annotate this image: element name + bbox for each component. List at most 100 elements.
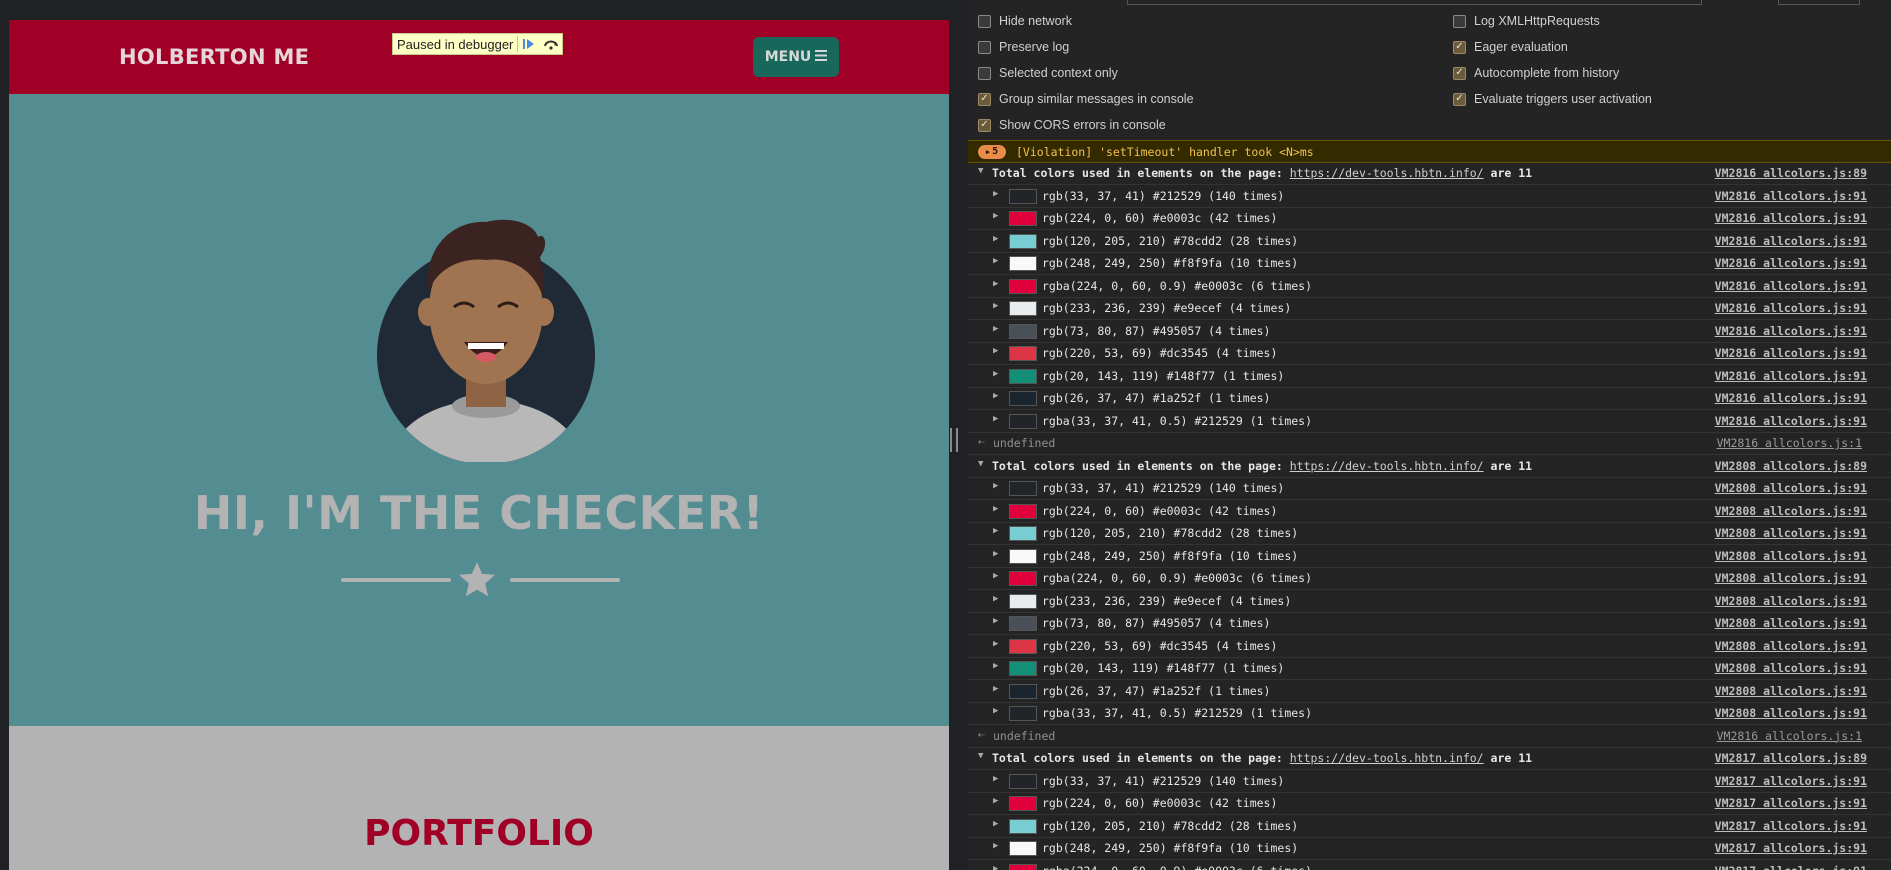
expand-right-icon[interactable]: ▶: [993, 819, 998, 829]
expand-right-icon[interactable]: ▶: [993, 571, 998, 581]
color-entry-row[interactable]: ▶ rgb(73, 80, 87) #495057 (4 times) VM2808…: [968, 612, 1891, 635]
color-entry-row[interactable]: ▶ rgb(248, 249, 250) #f8f9fa (10 times) VM…: [968, 837, 1891, 860]
source-link[interactable]: VM2808 allcolors.js:91: [1715, 616, 1867, 630]
source-link[interactable]: VM2816 allcolors.js:1: [1717, 436, 1862, 450]
expand-right-icon[interactable]: ▶: [993, 774, 998, 784]
color-entry-row[interactable]: ▶ rgb(33, 37, 41) #212529 (140 times) VM28…: [968, 770, 1891, 793]
setting-left-0[interactable]: Hide network: [978, 14, 1072, 28]
checkbox-checked[interactable]: ✓: [1453, 40, 1466, 54]
color-group-header[interactable]: ▼ Total colors used in elements on the pa…: [968, 162, 1891, 185]
color-entry-row[interactable]: ▶ rgba(224, 0, 60, 0.9) #e0003c (6 times)…: [968, 860, 1891, 870]
expand-right-icon[interactable]: ▶: [993, 639, 998, 649]
expand-down-icon[interactable]: ▼: [978, 459, 983, 469]
color-group-header[interactable]: ▼ Total colors used in elements on the pa…: [968, 747, 1891, 770]
color-entry-row[interactable]: ▶ rgba(224, 0, 60, 0.9) #e0003c (6 times)…: [968, 275, 1891, 298]
setting-left-4[interactable]: ✓ Show CORS errors in console: [978, 118, 1166, 132]
menu-button[interactable]: MENU: [753, 37, 839, 77]
color-group-header[interactable]: ▼ Total colors used in elements on the pa…: [968, 455, 1891, 478]
page-url-link[interactable]: https://dev-tools.hbtn.info/: [1290, 166, 1484, 180]
levels-dropdown[interactable]: [1778, 0, 1860, 5]
color-entry-row[interactable]: ▶ rgb(233, 236, 239) #e9ecef (4 times) VM2…: [968, 590, 1891, 613]
source-link[interactable]: VM2808 allcolors.js:91: [1715, 504, 1867, 518]
color-entry-row[interactable]: ▶ rgba(33, 37, 41, 0.5) #212529 (1 times)…: [968, 702, 1891, 725]
checkbox[interactable]: [978, 40, 991, 54]
source-link[interactable]: VM2808 allcolors.js:91: [1715, 549, 1867, 563]
expand-right-icon[interactable]: ▶: [993, 256, 998, 266]
expand-right-icon[interactable]: ▶: [993, 211, 998, 221]
checkbox[interactable]: [978, 66, 991, 80]
expand-right-icon[interactable]: ▶: [993, 391, 998, 401]
source-link[interactable]: VM2808 allcolors.js:91: [1715, 661, 1867, 675]
expand-right-icon[interactable]: ▶: [993, 706, 998, 716]
filter-input[interactable]: [1127, 0, 1702, 5]
color-entry-row[interactable]: ▶ rgb(20, 143, 119) #148f77 (1 times) VM28…: [968, 365, 1891, 388]
setting-right-1[interactable]: ✓ Eager evaluation: [1453, 40, 1568, 54]
source-link[interactable]: VM2816 allcolors.js:91: [1715, 189, 1867, 203]
color-entry-row[interactable]: ▶ rgb(220, 53, 69) #dc3545 (4 times) VM280…: [968, 635, 1891, 658]
source-link[interactable]: VM2808 allcolors.js:91: [1715, 481, 1867, 495]
source-link[interactable]: VM2817 allcolors.js:91: [1715, 819, 1867, 833]
source-link[interactable]: VM2808 allcolors.js:91: [1715, 706, 1867, 720]
expand-right-icon[interactable]: ▶: [993, 661, 998, 671]
checkbox-checked[interactable]: ✓: [978, 118, 991, 132]
expand-right-icon[interactable]: ▶: [993, 346, 998, 356]
page-url-link[interactable]: https://dev-tools.hbtn.info/: [1290, 751, 1484, 765]
expand-right-icon[interactable]: ▶: [993, 841, 998, 851]
expand-right-icon[interactable]: ▶: [993, 414, 998, 424]
expand-right-icon[interactable]: ▶: [993, 684, 998, 694]
source-link[interactable]: VM2816 allcolors.js:91: [1715, 369, 1867, 383]
expand-right-icon[interactable]: ▶: [993, 481, 998, 491]
source-link[interactable]: VM2816 allcolors.js:91: [1715, 414, 1867, 428]
color-entry-row[interactable]: ▶ rgb(224, 0, 60) #e0003c (42 times) VM280…: [968, 500, 1891, 523]
checkbox-checked[interactable]: ✓: [1453, 92, 1466, 106]
expand-right-icon[interactable]: ▶: [993, 864, 998, 870]
color-entry-row[interactable]: ▶ rgba(33, 37, 41, 0.5) #212529 (1 times)…: [968, 410, 1891, 433]
source-link[interactable]: VM2816 allcolors.js:91: [1715, 234, 1867, 248]
checkbox[interactable]: [978, 14, 991, 28]
color-entry-row[interactable]: ▶ rgb(33, 37, 41) #212529 (140 times) VM28…: [968, 185, 1891, 208]
source-link[interactable]: VM2817 allcolors.js:91: [1715, 774, 1867, 788]
color-entry-row[interactable]: ▶ rgba(224, 0, 60, 0.9) #e0003c (6 times)…: [968, 567, 1891, 590]
source-link[interactable]: VM2816 allcolors.js:1: [1717, 729, 1862, 743]
color-entry-row[interactable]: ▶ rgb(224, 0, 60) #e0003c (42 times) VM281…: [968, 792, 1891, 815]
color-entry-row[interactable]: ▶ rgb(73, 80, 87) #495057 (4 times) VM2816…: [968, 320, 1891, 343]
source-link[interactable]: VM2808 allcolors.js:91: [1715, 571, 1867, 585]
source-link[interactable]: VM2808 allcolors.js:91: [1715, 639, 1867, 653]
color-entry-row[interactable]: ▶ rgb(26, 37, 47) #1a252f (1 times) VM2816…: [968, 387, 1891, 410]
source-link[interactable]: VM2817 allcolors.js:89: [1715, 751, 1867, 765]
source-link[interactable]: VM2816 allcolors.js:91: [1715, 279, 1867, 293]
source-link[interactable]: VM2817 allcolors.js:91: [1715, 864, 1867, 870]
setting-left-2[interactable]: Selected context only: [978, 66, 1118, 80]
source-link[interactable]: VM2808 allcolors.js:91: [1715, 594, 1867, 608]
expand-right-icon[interactable]: ▶: [993, 324, 998, 334]
source-link[interactable]: VM2816 allcolors.js:91: [1715, 301, 1867, 315]
checkbox-checked[interactable]: ✓: [1453, 66, 1466, 80]
expand-right-icon[interactable]: ▶: [993, 616, 998, 626]
color-entry-row[interactable]: ▶ rgb(220, 53, 69) #dc3545 (4 times) VM281…: [968, 342, 1891, 365]
expand-right-icon[interactable]: ▶: [993, 279, 998, 289]
setting-left-1[interactable]: Preserve log: [978, 40, 1069, 54]
expand-down-icon[interactable]: ▼: [978, 751, 983, 761]
expand-right-icon[interactable]: ▶: [993, 504, 998, 514]
color-entry-row[interactable]: ▶ rgb(233, 236, 239) #e9ecef (4 times) VM2…: [968, 297, 1891, 320]
source-link[interactable]: VM2816 allcolors.js:91: [1715, 256, 1867, 270]
split-resize-handle[interactable]: [950, 428, 958, 452]
color-entry-row[interactable]: ▶ rgb(248, 249, 250) #f8f9fa (10 times) VM…: [968, 545, 1891, 568]
source-link[interactable]: VM2816 allcolors.js:91: [1715, 346, 1867, 360]
page-url-link[interactable]: https://dev-tools.hbtn.info/: [1290, 459, 1484, 473]
source-link[interactable]: VM2816 allcolors.js:91: [1715, 324, 1867, 338]
color-entry-row[interactable]: ▶ rgb(33, 37, 41) #212529 (140 times) VM28…: [968, 477, 1891, 500]
setting-left-3[interactable]: ✓ Group similar messages in console: [978, 92, 1194, 106]
setting-right-2[interactable]: ✓ Autocomplete from history: [1453, 66, 1619, 80]
checkbox[interactable]: [1453, 14, 1466, 28]
expand-right-icon[interactable]: ▶: [993, 189, 998, 199]
brand-logo[interactable]: HOLBERTON ME: [119, 45, 309, 69]
resume-icon[interactable]: [518, 35, 540, 53]
color-entry-row[interactable]: ▶ rgb(224, 0, 60) #e0003c (42 times) VM281…: [968, 207, 1891, 230]
expand-right-icon[interactable]: ▶: [993, 594, 998, 604]
expand-right-icon[interactable]: ▶: [993, 526, 998, 536]
color-entry-row[interactable]: ▶ rgb(248, 249, 250) #f8f9fa (10 times) VM…: [968, 252, 1891, 275]
source-link[interactable]: VM2817 allcolors.js:91: [1715, 841, 1867, 855]
expand-right-icon[interactable]: ▶: [993, 549, 998, 559]
source-link[interactable]: VM2817 allcolors.js:91: [1715, 796, 1867, 810]
